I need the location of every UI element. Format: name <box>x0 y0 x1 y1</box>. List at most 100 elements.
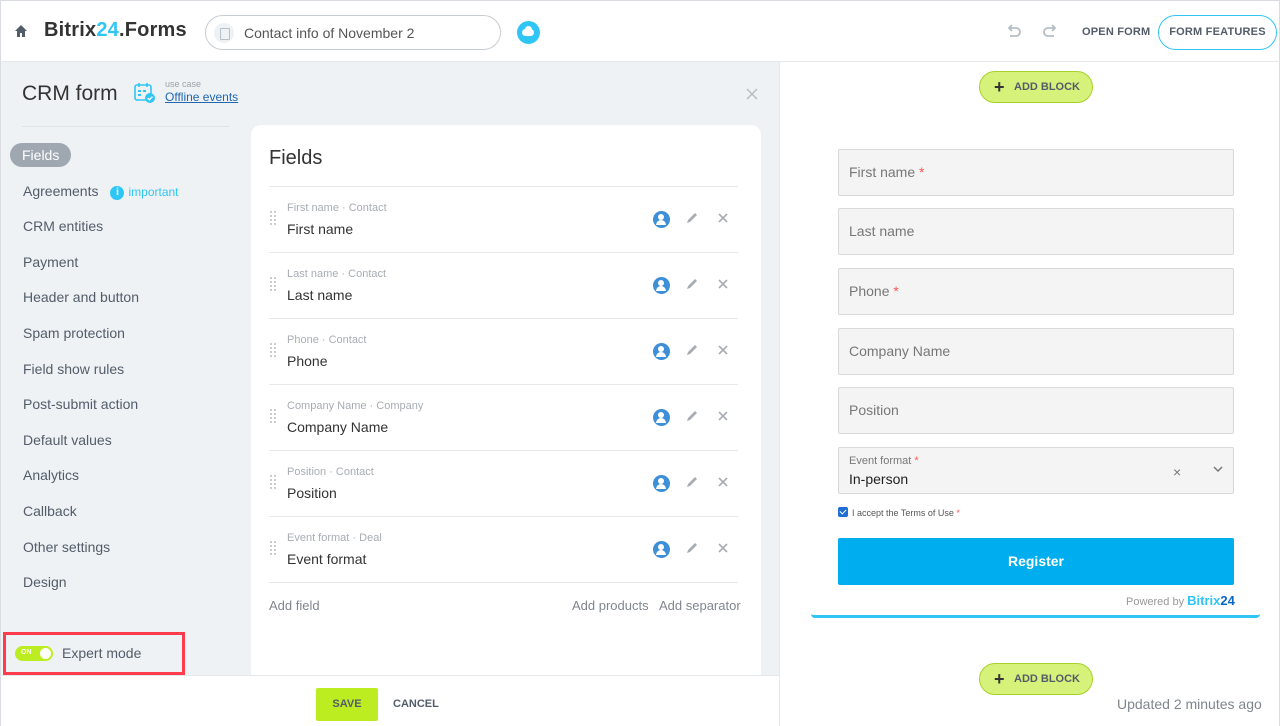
edit-icon[interactable] <box>684 210 700 226</box>
redo-icon[interactable] <box>1041 23 1059 41</box>
powered-by-brand[interactable]: Bitrix24 <box>1187 593 1235 608</box>
sidebar-item-other-settings[interactable]: Other settings <box>10 535 179 571</box>
sidebar-item-default-values[interactable]: Default values <box>10 428 179 464</box>
plus-icon: + <box>994 77 1005 97</box>
toggle-on-text: ON <box>21 649 32 656</box>
fields-title: Fields <box>269 147 323 169</box>
field-placeholder: Company Name <box>849 343 951 359</box>
terms-label[interactable]: I accept the Terms of Use <box>852 508 954 518</box>
terms-checkbox[interactable] <box>838 507 848 517</box>
fields-card: Fields First name · Contact First name Las… <box>251 125 761 685</box>
drag-handle-icon[interactable] <box>269 277 277 291</box>
plus-icon: + <box>994 669 1005 689</box>
phone-field[interactable]: Phone * <box>838 268 1234 315</box>
home-icon[interactable] <box>14 24 28 38</box>
field-name: Company Name <box>287 419 389 435</box>
close-icon[interactable] <box>715 276 731 292</box>
form-features-button[interactable]: FORM FEATURES <box>1158 15 1277 50</box>
page-title: CRM form <box>22 82 118 105</box>
sidebar-item-analytics[interactable]: Analytics <box>10 463 179 499</box>
sidebar-item-fields[interactable]: Fields <box>10 143 179 179</box>
expert-mode-label: Expert mode <box>62 645 142 661</box>
sidebar-item-agreements[interactable]: Agreements i important <box>10 179 179 215</box>
edit-icon[interactable] <box>684 276 700 292</box>
edit-icon[interactable] <box>684 474 700 490</box>
field-row[interactable]: Position · Contact Position <box>269 451 738 517</box>
close-icon[interactable] <box>715 474 731 490</box>
form-title-value: Contact info of November 2 <box>244 25 415 41</box>
expert-mode-toggle[interactable]: ON <box>15 646 53 661</box>
crm-binding-icon[interactable] <box>653 277 670 294</box>
sidebar-item-field-show-rules[interactable]: Field show rules <box>10 357 179 393</box>
field-row[interactable]: Company Name · Company Company Name <box>269 385 738 451</box>
close-icon[interactable] <box>715 342 731 358</box>
crm-binding-icon[interactable] <box>653 541 670 558</box>
crm-binding-icon[interactable] <box>653 409 670 426</box>
drag-handle-icon[interactable] <box>269 343 277 357</box>
add-field-link[interactable]: Add field <box>269 598 320 613</box>
edit-icon[interactable] <box>684 408 700 424</box>
form-image-icon[interactable] <box>214 23 234 43</box>
drag-handle-icon[interactable] <box>269 211 277 225</box>
sidebar-item-payment[interactable]: Payment <box>10 250 179 286</box>
drag-handle-icon[interactable] <box>269 541 277 555</box>
sidebar-item-label: Callback <box>23 502 77 519</box>
expert-mode-highlight: ON Expert mode <box>3 632 185 675</box>
powered-by: Powered by Bitrix24 <box>1126 593 1235 608</box>
calendar-check-icon <box>134 83 155 103</box>
position-field[interactable]: Position <box>838 387 1234 434</box>
required-mark: * <box>956 508 960 518</box>
crm-binding-icon[interactable] <box>653 211 670 228</box>
use-case-link[interactable]: Offline events <box>165 90 238 104</box>
close-panel-icon[interactable] <box>745 87 759 101</box>
first-name-field[interactable]: First name * <box>838 149 1234 196</box>
sidebar-item-callback[interactable]: Callback <box>10 499 179 535</box>
edit-icon[interactable] <box>684 540 700 556</box>
drag-handle-icon[interactable] <box>269 475 277 489</box>
cloud-save-icon[interactable] <box>517 21 540 44</box>
event-format-select[interactable]: Event format * In-person × <box>838 447 1234 494</box>
sidebar-item-spam-protection[interactable]: Spam protection <box>10 321 179 357</box>
sidebar-item-design[interactable]: Design <box>10 570 179 606</box>
sidebar-item-label: Other settings <box>23 538 111 555</box>
last-name-field[interactable]: Last name <box>838 208 1234 255</box>
event-format-label-text: Event format <box>849 455 912 467</box>
terms-agreement[interactable]: I accept the Terms of Use * <box>838 507 960 518</box>
sidebar-item-label: Spam protection <box>23 324 125 341</box>
crm-binding-icon[interactable] <box>653 343 670 360</box>
close-icon[interactable] <box>715 408 731 424</box>
field-name: Phone <box>287 353 328 369</box>
crm-binding-icon[interactable] <box>653 475 670 492</box>
field-row[interactable]: Last name · Contact Last name <box>269 253 738 319</box>
drag-handle-icon[interactable] <box>269 409 277 423</box>
add-separator-link[interactable]: Add separator <box>659 598 741 613</box>
brand-suffix: .Forms <box>118 19 187 41</box>
sidebar-item-crm-entities[interactable]: CRM entities <box>10 214 179 250</box>
close-icon[interactable] <box>715 210 731 226</box>
open-form-button[interactable]: OPEN FORM <box>1082 26 1150 38</box>
event-format-label: Event format * <box>849 455 919 467</box>
add-block-button-top[interactable]: + ADD BLOCK <box>979 71 1093 103</box>
company-name-field[interactable]: Company Name <box>838 328 1234 375</box>
important-badge[interactable]: important <box>128 185 178 199</box>
clear-icon[interactable]: × <box>1173 464 1181 480</box>
chevron-down-icon[interactable] <box>1211 462 1225 476</box>
required-mark: * <box>914 455 919 467</box>
cancel-button[interactable]: CANCEL <box>393 698 439 710</box>
form-title-input[interactable]: Contact info of November 2 <box>205 15 501 50</box>
field-row[interactable]: Phone · Contact Phone <box>269 319 738 385</box>
edit-icon[interactable] <box>684 342 700 358</box>
sidebar-item-post-submit-action[interactable]: Post-submit action <box>10 392 179 428</box>
field-row[interactable]: First name · Contact First name <box>269 187 738 253</box>
undo-icon[interactable] <box>1005 23 1023 41</box>
sidebar-item-header-and-button[interactable]: Header and button <box>10 285 179 321</box>
field-placeholder: First name <box>849 164 916 180</box>
field-name: Event format <box>287 551 367 567</box>
add-block-label: ADD BLOCK <box>1014 81 1080 93</box>
add-products-link[interactable]: Add products <box>572 598 649 613</box>
save-button[interactable]: SAVE <box>316 688 378 721</box>
add-block-button-bottom[interactable]: + ADD BLOCK <box>979 663 1093 695</box>
close-icon[interactable] <box>715 540 731 556</box>
register-button[interactable]: Register <box>838 538 1234 585</box>
field-row[interactable]: Event format · Deal Event format <box>269 517 738 583</box>
